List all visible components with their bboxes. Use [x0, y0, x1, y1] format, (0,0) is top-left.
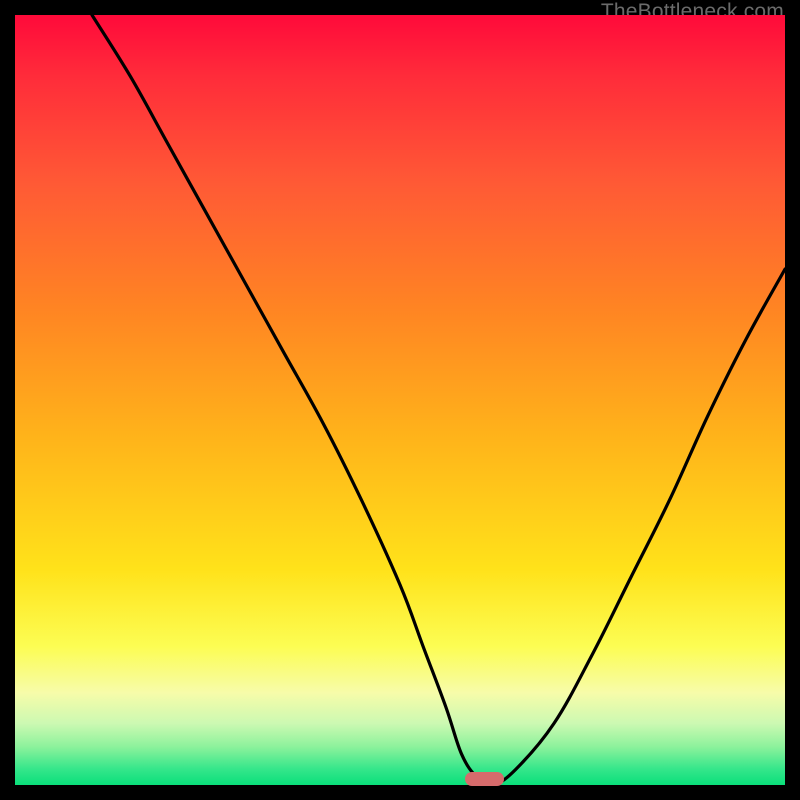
plot-area	[15, 15, 785, 785]
chart-frame: TheBottleneck.com	[0, 0, 800, 800]
bottleneck-curve	[15, 15, 785, 785]
minimum-marker	[465, 772, 504, 786]
